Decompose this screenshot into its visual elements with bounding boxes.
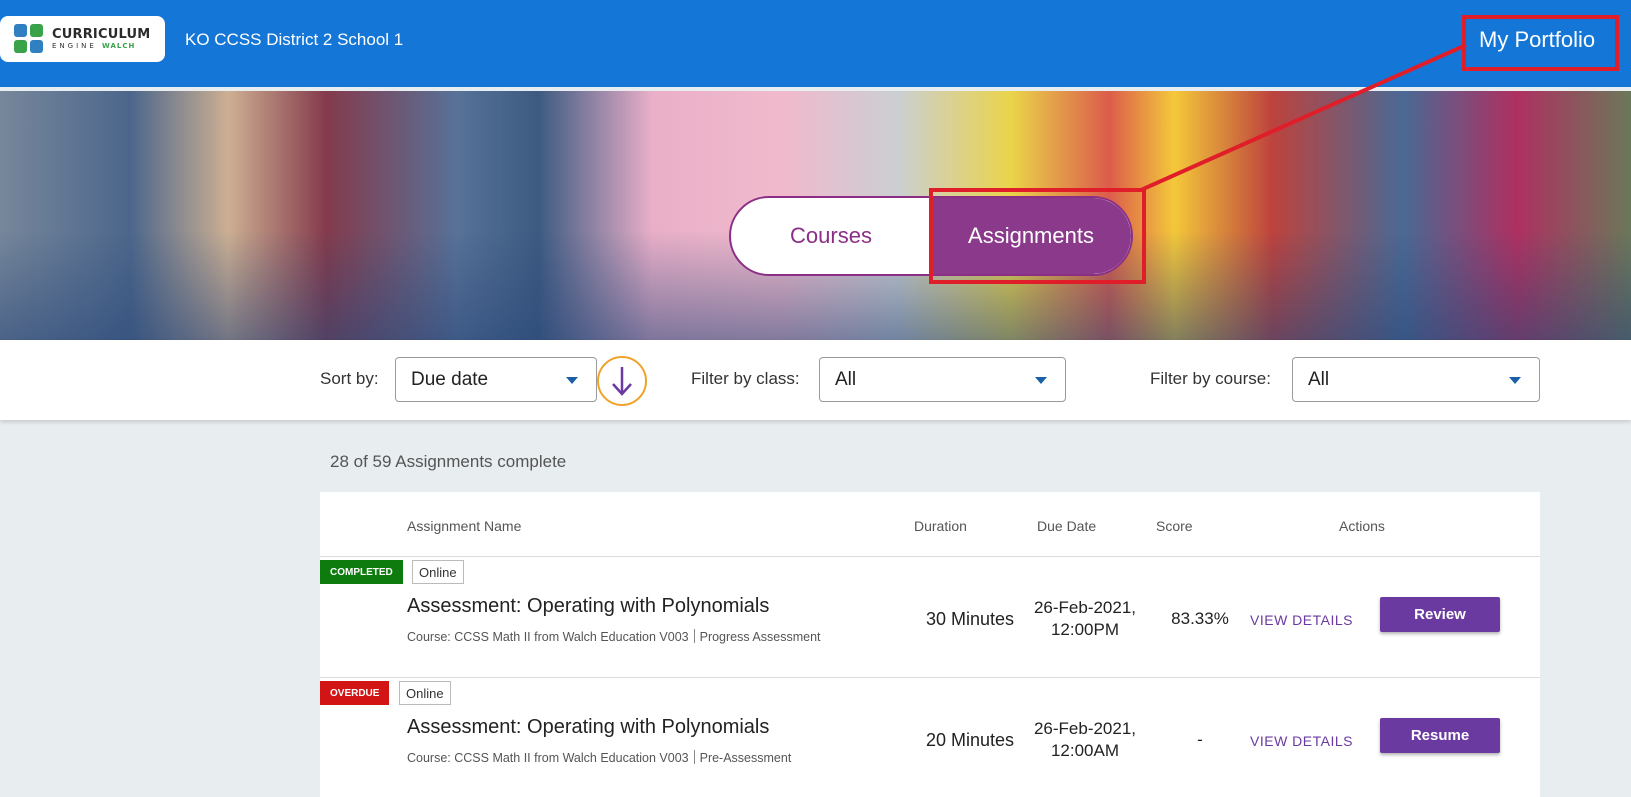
annotation-highlight-portfolio: [1462, 15, 1619, 71]
class-filter-select[interactable]: All: [819, 357, 1066, 402]
view-details-link[interactable]: VIEW DETAILS: [1250, 733, 1353, 749]
top-header: CURRICULUM ENGINE WALCH KO CCSS District…: [0, 0, 1631, 87]
mode-badge: Online: [399, 681, 451, 705]
assignment-name[interactable]: Assessment: Operating with Polynomials: [407, 716, 769, 739]
review-button[interactable]: Review: [1380, 597, 1500, 632]
status-badge-completed: COMPLETED: [320, 560, 403, 584]
puzzle-logo-icon: [12, 22, 46, 56]
column-header-score: Score: [1156, 518, 1193, 534]
sort-select[interactable]: Due date: [395, 357, 597, 402]
column-header-due-date: Due Date: [1037, 518, 1097, 534]
assignment-course-info: Course: CCSS Math II from Walch Educatio…: [407, 750, 792, 765]
course-filter-value: All: [1308, 369, 1330, 390]
logo-wordmark: CURRICULUM ENGINE WALCH: [52, 27, 151, 50]
school-name: KO CCSS District 2 School 1: [185, 30, 404, 49]
filter-bar: Sort by: Due date Filter by class: All F…: [0, 340, 1631, 420]
sort-direction-button[interactable]: [597, 356, 647, 406]
course-filter-label: Filter by course:: [1150, 369, 1271, 388]
assignment-score: 83.33%: [1171, 609, 1229, 628]
column-header-actions: Actions: [1339, 518, 1385, 534]
arrow-down-icon: [612, 367, 632, 396]
class-filter-label: Filter by class:: [691, 369, 800, 388]
course-filter-select[interactable]: All: [1292, 357, 1540, 402]
chevron-down-icon: [566, 377, 578, 384]
curriculum-engine-logo[interactable]: CURRICULUM ENGINE WALCH: [0, 16, 165, 62]
resume-button[interactable]: Resume: [1380, 718, 1500, 753]
assignment-name[interactable]: Assessment: Operating with Polynomials: [407, 595, 769, 618]
mode-badge: Online: [412, 560, 464, 584]
class-filter-value: All: [835, 369, 857, 390]
view-details-link[interactable]: VIEW DETAILS: [1250, 612, 1353, 628]
sort-label: Sort by:: [320, 369, 379, 388]
annotation-highlight-assignments: [929, 188, 1146, 284]
assignment-due-date: 26-Feb-2021, 12:00PM: [1033, 598, 1137, 639]
chevron-down-icon: [1035, 377, 1047, 384]
table-row: COMPLETED Online Assessment: Operating w…: [320, 557, 1540, 678]
chevron-down-icon: [1509, 377, 1521, 384]
assignment-due-date: 26-Feb-2021, 12:00AM: [1033, 719, 1137, 760]
status-badge-overdue: OVERDUE: [320, 681, 390, 705]
assignments-table: Assignment Name Duration Due Date Score …: [320, 492, 1540, 797]
tab-courses[interactable]: Courses: [731, 198, 931, 274]
table-row: OVERDUE Online Assessment: Operating wit…: [320, 678, 1540, 797]
assignment-score: -: [1197, 730, 1203, 749]
column-header-duration: Duration: [914, 518, 967, 534]
assignment-course-info: Course: CCSS Math II from Walch Educatio…: [407, 629, 821, 644]
column-header-name: Assignment Name: [407, 518, 522, 534]
sort-select-value: Due date: [411, 369, 489, 390]
assignments-progress-text: 28 of 59 Assignments complete: [330, 452, 567, 471]
